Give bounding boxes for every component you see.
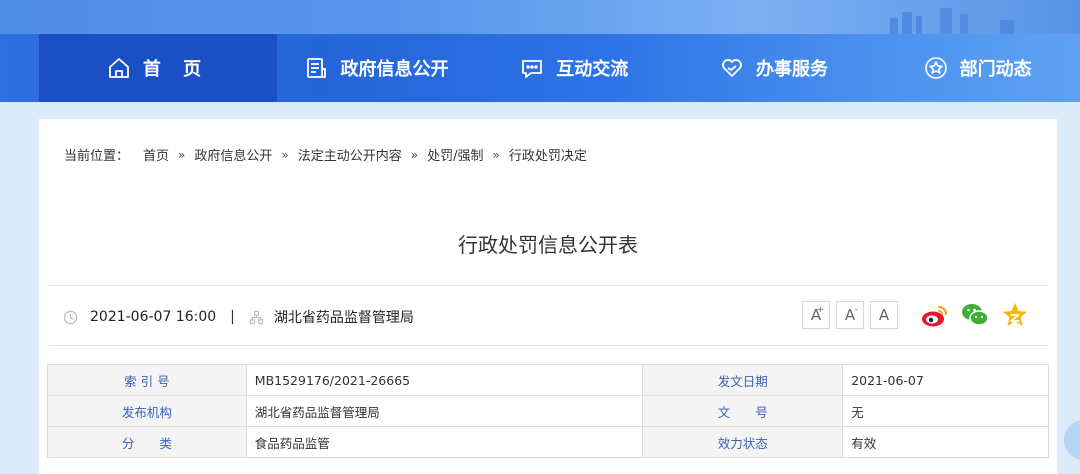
floating-action-button[interactable] xyxy=(1064,420,1080,460)
breadcrumb-separator: » xyxy=(492,147,500,162)
divider xyxy=(47,285,1049,286)
nav-label-dept-news: 部门动态 xyxy=(959,59,1032,80)
clock-icon xyxy=(63,310,78,324)
value-validity: 有效 xyxy=(842,426,1049,458)
nav-label-services: 办事服务 xyxy=(755,59,828,80)
font-reset-button[interactable]: A xyxy=(870,301,898,329)
breadcrumb-penalty[interactable]: 处罚/强制 xyxy=(427,145,483,164)
nav-item-services[interactable]: 办事服务 xyxy=(673,34,876,102)
label-category: 分 类 xyxy=(47,426,247,458)
font-increase-button[interactable]: A + xyxy=(802,301,830,329)
breadcrumb-penalty-decision[interactable]: 行政处罚决定 xyxy=(509,145,587,164)
article-tools: A + A- A xyxy=(802,300,1030,330)
heart-icon xyxy=(722,59,742,77)
main-nav: 首 页 政府信息公开 互动交流 办事服务 部门动态 xyxy=(0,34,1080,102)
nav-item-dept-news[interactable]: 部门动态 xyxy=(875,34,1080,102)
table-row: 分 类 食品药品监管 效力状态 有效 xyxy=(47,426,1049,458)
value-document-number: 无 xyxy=(842,395,1049,427)
label-document-number: 文 号 xyxy=(642,395,844,427)
qzone-icon[interactable] xyxy=(1000,300,1030,330)
header-banner: 首 页 政府信息公开 互动交流 办事服务 部门动态 xyxy=(0,0,1080,102)
breadcrumb-prefix: 当前位置： xyxy=(64,149,130,164)
divider xyxy=(47,345,1049,346)
chat-icon xyxy=(522,60,543,78)
breadcrumb-separator: » xyxy=(178,147,186,162)
publishing-org: 湖北省药品监督管理局 xyxy=(273,310,414,326)
publish-date: 2021-06-07 16:00 xyxy=(90,309,217,325)
table-row: 发布机构 湖北省药品监督管理局 文 号 无 xyxy=(47,395,1049,427)
weibo-icon[interactable] xyxy=(920,300,950,330)
label-issuing-agency: 发布机构 xyxy=(47,395,247,427)
star-icon xyxy=(924,57,947,79)
article-meta: 2021-06-07 16:00 | 湖北省药品监督管理局 xyxy=(63,307,414,327)
document-icon xyxy=(307,58,327,78)
table-row: 索 引 号 MB1529176/2021-26665 发文日期 2021-06-… xyxy=(47,364,1049,396)
nav-label-home: 首 页 xyxy=(142,59,210,80)
breadcrumb-separator: » xyxy=(281,147,289,162)
content-card: 当前位置： 首页 » 政府信息公开 » 法定主动公开内容 » 处罚/强制 » 行… xyxy=(39,119,1057,474)
breadcrumb-home[interactable]: 首页 xyxy=(143,145,169,164)
label-issue-date: 发文日期 xyxy=(642,364,844,396)
value-issuing-agency: 湖北省药品监督管理局 xyxy=(245,395,644,427)
breadcrumb-gov-info[interactable]: 政府信息公开 xyxy=(194,145,272,164)
breadcrumb-statutory[interactable]: 法定主动公开内容 xyxy=(298,145,402,164)
breadcrumb: 当前位置： 首页 » 政府信息公开 » 法定主动公开内容 » 处罚/强制 » 行… xyxy=(64,145,587,165)
label-index-number: 索 引 号 xyxy=(47,364,247,396)
label-validity: 效力状态 xyxy=(642,426,844,458)
value-category: 食品药品监管 xyxy=(245,426,644,458)
nav-item-interaction[interactable]: 互动交流 xyxy=(476,34,673,102)
home-icon xyxy=(109,58,129,78)
meta-separator: | xyxy=(230,309,235,325)
font-decrease-button[interactable]: A- xyxy=(836,301,864,329)
breadcrumb-separator: » xyxy=(410,147,419,162)
info-table: 索 引 号 MB1529176/2021-26665 发文日期 2021-06-… xyxy=(47,364,1049,458)
nav-item-home[interactable]: 首 页 xyxy=(39,34,278,102)
value-index-number: MB1529176/2021-26665 xyxy=(245,364,644,396)
wechat-icon[interactable] xyxy=(960,300,990,330)
value-issue-date: 2021-06-07 xyxy=(842,364,1049,396)
skyline-decoration xyxy=(890,8,1014,34)
nav-label-interaction: 互动交流 xyxy=(556,59,629,80)
page-title: 行政处罚信息公开表 xyxy=(458,233,638,257)
nav-item-gov-info[interactable]: 政府信息公开 xyxy=(277,34,476,102)
org-icon xyxy=(249,310,264,324)
nav-label-gov-info: 政府信息公开 xyxy=(340,59,449,80)
